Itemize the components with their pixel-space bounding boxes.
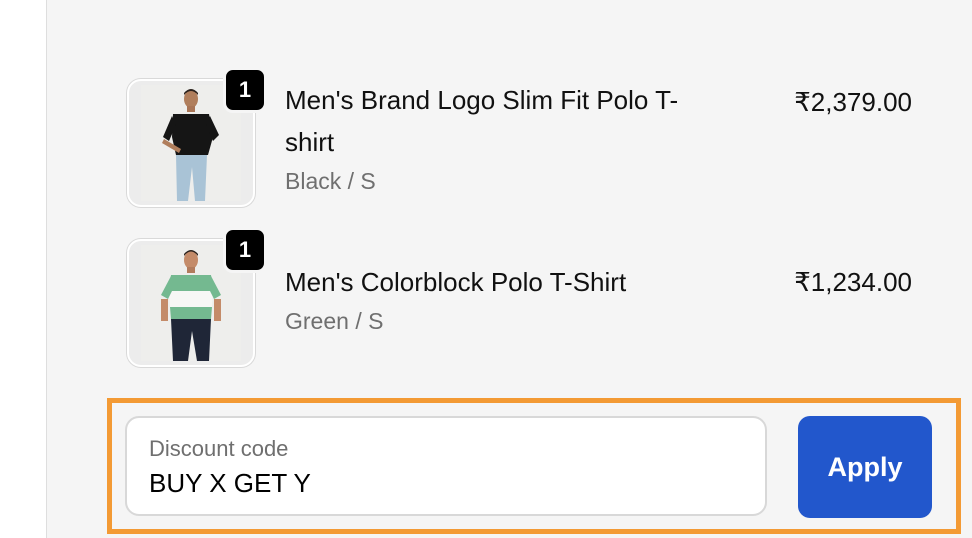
discount-code-input[interactable]: Discount code BUY X GET Y: [125, 416, 767, 516]
item-title: Men's Colorblock Polo T-Shirt: [285, 267, 627, 297]
left-pane: [0, 0, 46, 538]
discount-code-label: Discount code: [149, 436, 289, 461]
apply-button[interactable]: Apply: [798, 416, 932, 518]
quantity-badge: 1: [223, 67, 267, 113]
item-price: ₹1,234.00: [794, 267, 912, 297]
item-variant: Black / S: [285, 168, 376, 194]
item-title: Men's Brand Logo Slim Fit Polo T- shirt: [285, 79, 745, 163]
item-info: Men's Brand Logo Slim Fit Polo T- shirt …: [285, 79, 745, 199]
item-title-line: Men's Brand Logo Slim Fit Polo T-: [285, 85, 679, 115]
quantity-badge: 1: [223, 227, 267, 273]
discount-code-value[interactable]: BUY X GET Y: [149, 468, 311, 499]
product-thumbnail: 1: [127, 67, 267, 207]
item-price: ₹2,379.00: [794, 87, 912, 117]
item-title-line: shirt: [285, 127, 335, 157]
item-variant: Green / S: [285, 308, 384, 334]
item-info: Men's Colorblock Polo T-Shirt Green / S: [285, 261, 745, 339]
product-thumbnail: 1: [127, 227, 267, 367]
